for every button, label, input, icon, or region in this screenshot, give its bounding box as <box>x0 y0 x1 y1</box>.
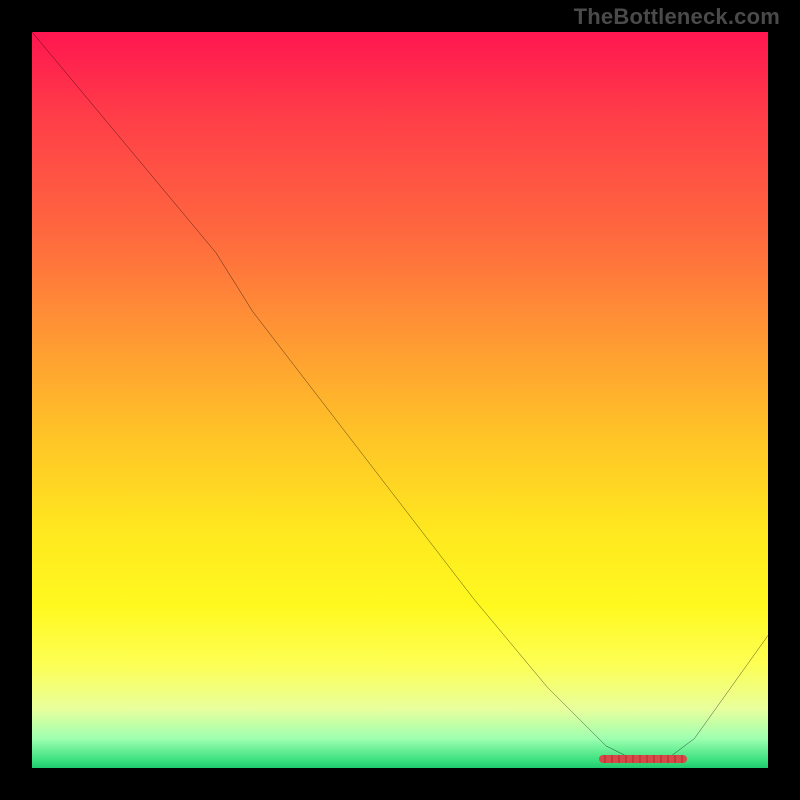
watermark-text: TheBottleneck.com <box>574 4 780 30</box>
bottleneck-curve <box>32 32 768 768</box>
curve-path <box>32 32 768 761</box>
chart-plot-area <box>32 32 768 768</box>
optimal-range-marker <box>599 755 687 763</box>
